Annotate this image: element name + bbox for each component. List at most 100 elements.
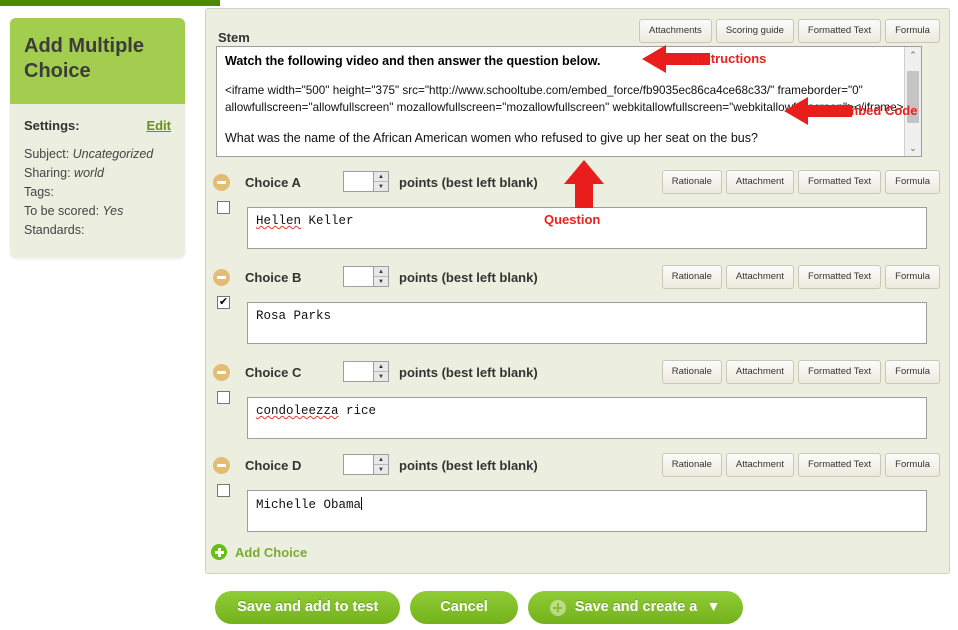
remove-choice-icon[interactable] — [213, 174, 230, 191]
choice-a-points-stepper[interactable]: ▲ ▼ — [373, 172, 388, 191]
choice-row-a: Choice A ▲ ▼ points (best left blank) Rat… — [0, 170, 958, 249]
instructions-annotation-label: Instructions — [692, 51, 767, 66]
save-and-create-button[interactable]: Save and create a ▼ — [527, 591, 743, 624]
top-green-bar — [0, 0, 220, 6]
choice-a-correct-checkbox[interactable] — [217, 201, 230, 214]
choice-c-points-value — [344, 362, 373, 381]
stem-question-text: What was the name of the African America… — [225, 130, 758, 145]
choice-b-header: Choice B ▲ ▼ points (best left blank) Rat… — [0, 265, 958, 295]
choice-b-formula-button[interactable]: Formula — [885, 265, 940, 289]
save-and-add-to-test-button[interactable]: Save and add to test — [215, 591, 401, 624]
choice-a-attachment-button[interactable]: Attachment — [725, 170, 794, 194]
choice-c-toolbar: Rationale Attachment Formatted Text Form… — [661, 360, 940, 384]
choice-b-points-input[interactable]: ▲ ▼ — [343, 266, 389, 287]
choice-d-header: Choice D ▲ ▼ points (best left blank) Rat… — [0, 453, 958, 483]
choice-c-text-rest: rice — [338, 404, 377, 418]
choice-c-attachment-button[interactable]: Attachment — [725, 360, 794, 384]
choice-d-text-input[interactable]: Michelle Obama — [247, 490, 927, 532]
stem-label: Stem — [218, 30, 250, 45]
stem-scrollbar[interactable]: ⌃ ⌄ — [904, 47, 921, 156]
choice-d-label: Choice D — [245, 458, 302, 473]
choice-a-toolbar: Rationale Attachment Formatted Text Form… — [661, 170, 940, 194]
choice-a-rationale-button[interactable]: Rationale — [661, 170, 722, 194]
meta-to-be-scored-value: Yes — [102, 204, 124, 218]
scroll-up-icon[interactable]: ⌃ — [905, 47, 921, 63]
scroll-down-icon[interactable]: ⌄ — [905, 140, 921, 156]
sidebar-panel: Add Multiple Choice Settings: Edit Subje… — [10, 18, 185, 258]
choice-c-points-label: points (best left blank) — [399, 365, 538, 380]
choice-a-points-input[interactable]: ▲ ▼ — [343, 171, 389, 192]
choice-d-text-value: Michelle Obama — [256, 498, 362, 512]
choice-c-points-stepper[interactable]: ▲ ▼ — [373, 362, 388, 381]
stem-instructions-text: Watch the following video and then answe… — [225, 54, 601, 68]
choice-d-attachment-button[interactable]: Attachment — [725, 453, 794, 477]
choice-c-misspelled-word: condoleezza — [256, 404, 339, 418]
choice-c-correct-checkbox[interactable] — [217, 391, 230, 404]
meta-standards-key: Standards: — [24, 223, 85, 237]
settings-row: Settings: Edit — [24, 118, 171, 133]
stem-toolbar: Attachments Scoring guide Formatted Text… — [639, 19, 948, 43]
add-choice-button[interactable]: Add Choice — [211, 544, 307, 560]
cancel-button[interactable]: Cancel — [410, 591, 518, 624]
choice-d-formula-button[interactable]: Formula — [885, 453, 940, 477]
choice-c-header: Choice C ▲ ▼ points (best left blank) Rat… — [0, 360, 958, 390]
choice-a-points-value — [344, 172, 373, 191]
choice-d-points-label: points (best left blank) — [399, 458, 538, 473]
choice-c-rationale-button[interactable]: Rationale — [661, 360, 722, 384]
choice-a-header: Choice A ▲ ▼ points (best left blank) Rat… — [0, 170, 958, 200]
add-choice-label: Add Choice — [235, 544, 308, 560]
stepper-up-icon[interactable]: ▲ — [374, 362, 388, 372]
choice-d-points-stepper[interactable]: ▲ ▼ — [373, 455, 388, 474]
choice-d-points-input[interactable]: ▲ ▼ — [343, 454, 389, 475]
question-annotation-label: Question — [544, 212, 601, 227]
meta-to-be-scored: To be scored: Yes — [24, 202, 171, 221]
stepper-up-icon[interactable]: ▲ — [374, 172, 388, 182]
choice-row-c: Choice C ▲ ▼ points (best left blank) Rat… — [0, 360, 958, 439]
choice-d-toolbar: Rationale Attachment Formatted Text Form… — [661, 453, 940, 477]
choice-d-points-value — [344, 455, 373, 474]
choice-b-attachment-button[interactable]: Attachment — [725, 265, 794, 289]
stem-formula-button[interactable]: Formula — [885, 19, 940, 43]
stepper-down-icon[interactable]: ▼ — [374, 182, 388, 191]
text-cursor — [361, 497, 363, 510]
choice-d-formatted-text-button[interactable]: Formatted Text — [797, 453, 882, 477]
chevron-down-icon[interactable]: ▼ — [706, 591, 720, 624]
stem-formatted-text-button[interactable]: Formatted Text — [797, 19, 882, 43]
choice-b-formatted-text-button[interactable]: Formatted Text — [797, 265, 882, 289]
plus-circle-icon — [549, 599, 566, 616]
choice-b-points-label: points (best left blank) — [399, 270, 538, 285]
remove-choice-icon[interactable] — [213, 269, 230, 286]
choice-c-text-input[interactable]: condoleezza rice — [247, 397, 927, 439]
sidebar-header: Add Multiple Choice — [10, 18, 185, 104]
choice-c-formatted-text-button[interactable]: Formatted Text — [797, 360, 882, 384]
stem-attachments-button[interactable]: Attachments — [639, 19, 712, 43]
meta-subject: Subject: Uncategorized — [24, 145, 171, 164]
choice-row-d: Choice D ▲ ▼ points (best left blank) Rat… — [0, 453, 958, 532]
choice-a-formatted-text-button[interactable]: Formatted Text — [797, 170, 882, 194]
choice-b-rationale-button[interactable]: Rationale — [661, 265, 722, 289]
choice-c-formula-button[interactable]: Formula — [885, 360, 940, 384]
choice-b-text-input[interactable]: Rosa Parks — [247, 302, 927, 344]
choice-b-points-stepper[interactable]: ▲ ▼ — [373, 267, 388, 286]
meta-standards: Standards: — [24, 221, 171, 240]
stem-scoring-guide-button[interactable]: Scoring guide — [715, 19, 794, 43]
settings-label: Settings: — [24, 118, 80, 133]
stepper-up-icon[interactable]: ▲ — [374, 267, 388, 277]
choice-c-points-input[interactable]: ▲ ▼ — [343, 361, 389, 382]
choice-b-correct-checkbox[interactable]: ✔ — [217, 296, 230, 309]
choice-d-rationale-button[interactable]: Rationale — [661, 453, 722, 477]
footer-actions: Save and add to test Cancel Save and cre… — [0, 591, 958, 624]
plus-circle-icon — [211, 544, 227, 560]
page-title: Add Multiple Choice — [24, 35, 144, 82]
remove-choice-icon[interactable] — [213, 364, 230, 381]
meta-subject-key: Subject: — [24, 147, 70, 161]
choice-a-formula-button[interactable]: Formula — [885, 170, 940, 194]
choice-d-correct-checkbox[interactable] — [217, 484, 230, 497]
stepper-down-icon[interactable]: ▼ — [374, 277, 388, 286]
choice-a-misspelled-word: Hellen — [256, 214, 302, 228]
stepper-up-icon[interactable]: ▲ — [374, 455, 388, 465]
remove-choice-icon[interactable] — [213, 457, 230, 474]
stepper-down-icon[interactable]: ▼ — [374, 465, 388, 474]
stepper-down-icon[interactable]: ▼ — [374, 372, 388, 381]
edit-settings-link[interactable]: Edit — [146, 118, 171, 133]
